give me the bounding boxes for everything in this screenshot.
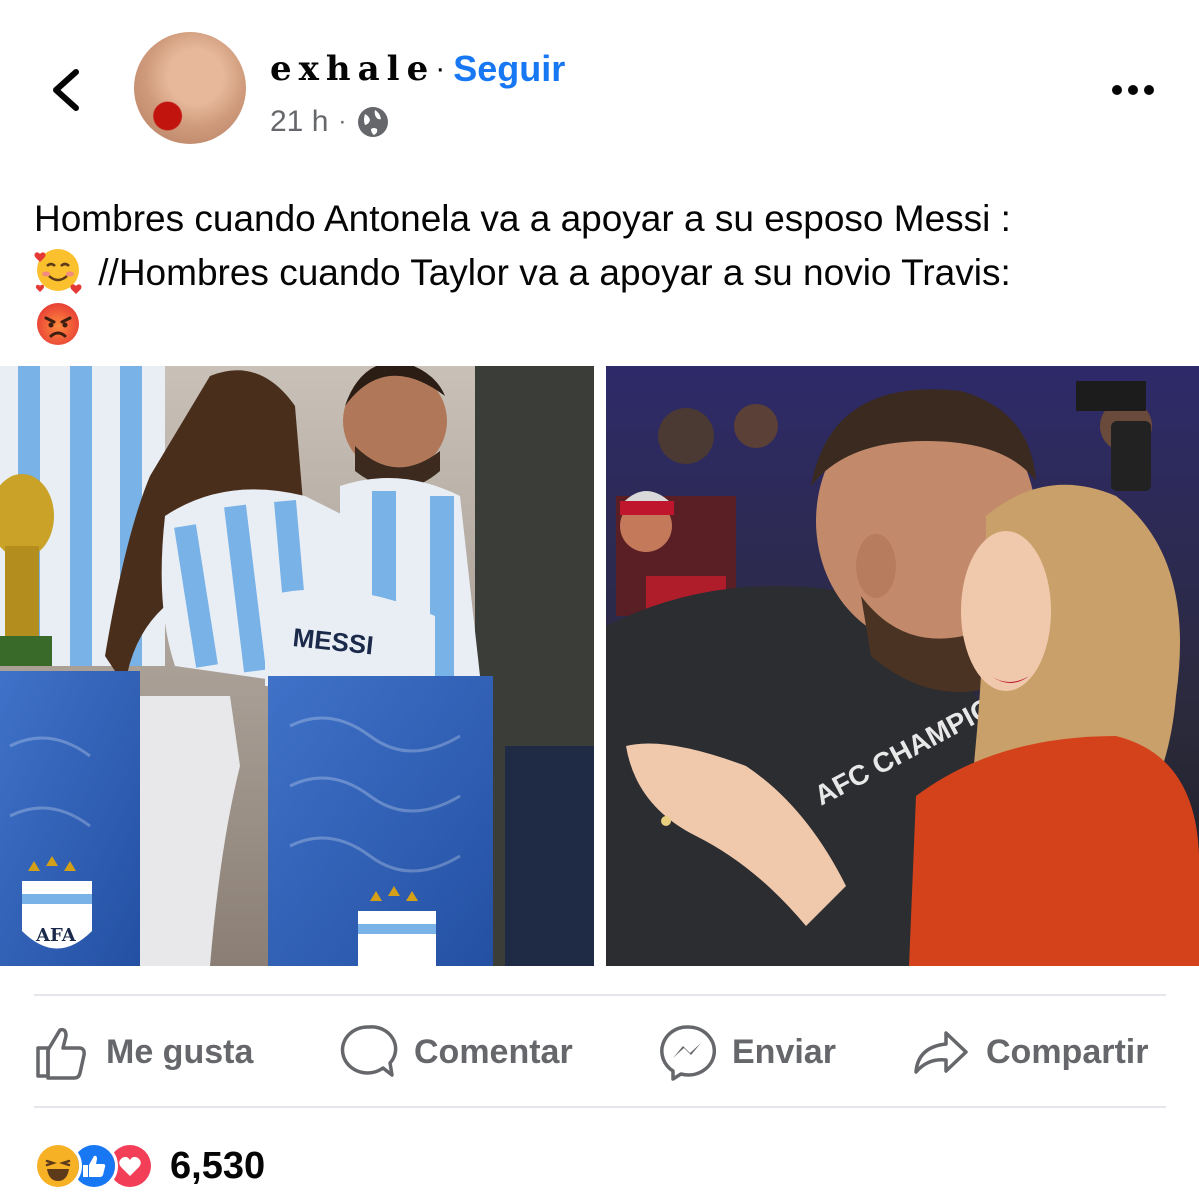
post-time[interactable]: 21 h [270,105,328,139]
like-button[interactable]: Me gusta [34,1020,253,1084]
caption-text-1: Hombres cuando Antonela va a apoyar a su… [34,198,1011,239]
like-label: Me gusta [106,1032,254,1071]
afa-logo-text: AFA [35,925,77,946]
pouting-face-icon [37,303,79,345]
messenger-icon [660,1025,716,1081]
divider-top [34,994,1166,996]
page-avatar[interactable] [134,32,246,144]
name-separator: · [435,52,446,85]
share-button[interactable]: Compartir [912,1020,1148,1084]
smiling-face-with-hearts-icon [34,249,82,294]
share-icon [914,1031,968,1074]
follow-button[interactable]: Seguir [453,48,565,90]
action-bar: Me gusta Comentar Enviar Compartir [0,1000,1199,1104]
name-row: exhale · Seguir [270,44,565,94]
more-horizontal-icon [1112,85,1154,95]
divider-bottom [34,1106,1166,1108]
page-name[interactable]: exhale [270,49,435,89]
post-caption: Hombres cuando Antonela va a apoyar a su… [34,192,1174,354]
comment-icon [340,1025,398,1077]
send-label: Enviar [732,1032,836,1071]
more-options-button[interactable] [1105,70,1165,110]
post-meta: 21 h · [270,100,390,144]
travis-taylor-photo[interactable]: AFC CHAMPIONS [606,366,1199,966]
meta-separator: · [338,108,347,135]
send-button[interactable]: Enviar [658,1020,836,1084]
globe-icon [358,107,389,137]
reaction-count: 6,530 [170,1144,266,1187]
thumbs-up-icon [36,1027,86,1080]
caption-text-2: //Hombres cuando Taylor va a apoyar a su… [88,252,1011,293]
reactions-summary[interactable]: 6,530 [34,1136,265,1196]
share-label: Compartir [986,1032,1149,1071]
comment-label: Comentar [414,1032,573,1071]
haha-reaction-icon [34,1142,82,1190]
post-photos: MESSI AFA AFC CHAMPIONS [0,366,1199,966]
messi-antonela-photo[interactable]: MESSI AFA [0,366,594,966]
comment-button[interactable]: Comentar [340,1020,573,1084]
chevron-left-icon [53,69,79,111]
post-header: exhale · Seguir 21 h · [0,0,1199,170]
back-button[interactable] [40,60,100,120]
